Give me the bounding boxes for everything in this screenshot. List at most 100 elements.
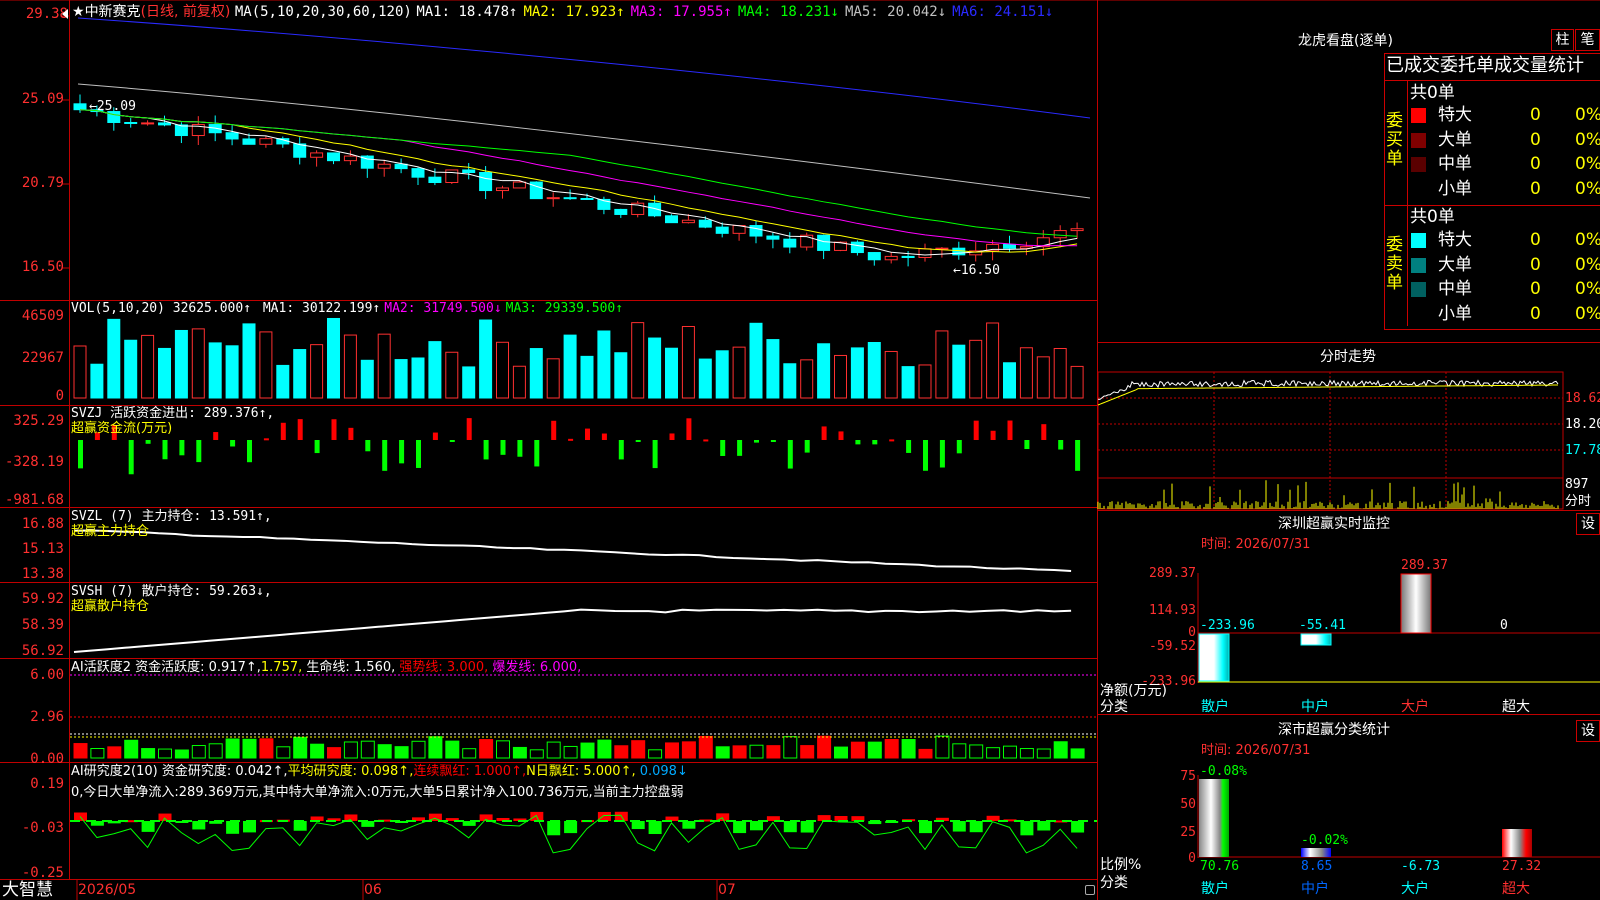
activity-bar: [428, 736, 443, 759]
candle: [310, 152, 324, 158]
lock-icon[interactable]: [1085, 885, 1095, 895]
activity-bar: [293, 736, 308, 759]
activity-bar: [834, 746, 848, 759]
research-bar: [1020, 821, 1034, 836]
activity-bars: [73, 735, 1085, 759]
ma-label: MA(5,10,20,30,60,120): [234, 4, 412, 20]
sell-row-pct: 0%: [1575, 303, 1600, 324]
ma-line: [79, 109, 1078, 247]
cl-value-retail: 70.76: [1200, 859, 1240, 874]
buy-row-pct: 0%: [1575, 178, 1600, 199]
activity-bar: [174, 749, 189, 759]
scroll-left-icon[interactable]: [62, 9, 68, 19]
candle: [901, 255, 915, 259]
volume-bar: [867, 342, 881, 399]
main-ytick-top: 29.38: [25, 6, 68, 22]
candlestick-series: [73, 94, 1084, 267]
activity-bar: [783, 736, 798, 759]
volume-bar: [411, 357, 425, 399]
candle: [462, 169, 476, 173]
activity-bar: [732, 745, 747, 759]
volume-bar: [141, 334, 155, 399]
tick-view-button[interactable]: 笔: [1575, 29, 1600, 51]
cl-ytick-1: 75: [1180, 769, 1196, 784]
candle: [817, 234, 831, 251]
activity-bar: [479, 739, 494, 759]
classify-settings-button[interactable]: 设: [1576, 720, 1600, 742]
activity-bar: [800, 745, 815, 759]
res-ytick-2: -0.03: [21, 820, 64, 836]
volume-bars: [73, 317, 1084, 399]
flow-bar: [449, 440, 455, 442]
volume-bar: [462, 366, 476, 399]
column-view-button[interactable]: 柱: [1551, 29, 1574, 51]
volume-bar: [681, 325, 695, 399]
activity-bar: [969, 744, 984, 759]
buy-row-label: 大单: [1438, 129, 1472, 150]
main-holding-line: [73, 529, 1072, 573]
realtime-time: 时间: 2026/07/31: [1201, 537, 1311, 552]
candle: [715, 226, 729, 234]
candle: [259, 138, 273, 145]
activity-bar: [259, 738, 274, 759]
rt-cat-super: 超大: [1502, 699, 1530, 715]
rt-value-retail: -233.96: [1200, 618, 1255, 633]
activity-bar: [817, 735, 832, 759]
activity-bar: [1003, 745, 1017, 759]
volume-bar: [107, 318, 121, 399]
sell-row-pct: 0%: [1575, 254, 1600, 275]
volume-bar: [428, 341, 442, 399]
candle: [479, 171, 493, 192]
star-icon[interactable]: ★: [72, 4, 85, 20]
research-bar: [293, 821, 307, 831]
candle: [580, 197, 594, 200]
activity-bar: [884, 738, 899, 759]
ma-value-3: MA3: 17.955↑: [630, 4, 732, 20]
stock-name: 中新赛克: [84, 4, 141, 20]
flow-bar: [703, 439, 709, 442]
activity-bar: [276, 746, 291, 759]
candle: [343, 155, 357, 162]
activity-bar: [715, 746, 730, 759]
flow-bar: [466, 418, 472, 440]
cl-value-super: 27.32: [1502, 859, 1542, 874]
buy-row-swatch: [1411, 132, 1426, 148]
flow-bar: [331, 419, 337, 440]
act-ytick-3: 0.00: [30, 751, 64, 767]
rt-value-super: 0: [1500, 618, 1508, 633]
volume-bar: [952, 344, 966, 399]
candle: [141, 122, 155, 125]
flow-bar: [737, 440, 743, 456]
candle: [935, 247, 949, 250]
activity-bar: [377, 744, 392, 759]
activity-bar: [1036, 748, 1051, 759]
volume-bar: [496, 341, 509, 399]
research-bars: [74, 811, 1085, 854]
buy-row-swatch: [1411, 157, 1426, 172]
ma-value-2: MA2: 17.923↑: [523, 4, 625, 20]
volume-bar: [986, 322, 1000, 399]
retail-holding-line: [73, 608, 1072, 653]
rt-cat-large: 大户: [1401, 699, 1429, 715]
activity-bar: [1070, 748, 1085, 759]
research-bar: [800, 821, 814, 833]
chart-mode[interactable]: (日线, 前复权): [141, 4, 231, 20]
ai-research-summary: 0,今日大单净流入:289.369万元,其中特大单净流入:0万元,大单5日累计净…: [71, 785, 684, 800]
flow-bar: [804, 440, 810, 453]
flow-bar: [500, 440, 506, 455]
intraday-chart[interactable]: [1097, 371, 1564, 510]
activity-bar: [90, 748, 105, 759]
flow-bar: [517, 440, 523, 457]
activity-bar: [141, 748, 156, 759]
volume-bar: [698, 358, 712, 399]
flow-bar: [263, 438, 269, 441]
research-bar: [631, 821, 645, 830]
volume-bar: [124, 339, 138, 399]
intraday-price-1: 18.62: [1565, 391, 1600, 406]
realtime-settings-button[interactable]: 设: [1576, 513, 1600, 535]
rt-cat-mid: 中户: [1301, 699, 1329, 715]
svzj-subtitle: 超赢资金流(万元): [71, 421, 173, 436]
svzl-subtitle: 超赢主力持仓: [71, 524, 150, 539]
flow-bar: [297, 419, 303, 440]
buy-row-count: 0: [1530, 154, 1541, 174]
